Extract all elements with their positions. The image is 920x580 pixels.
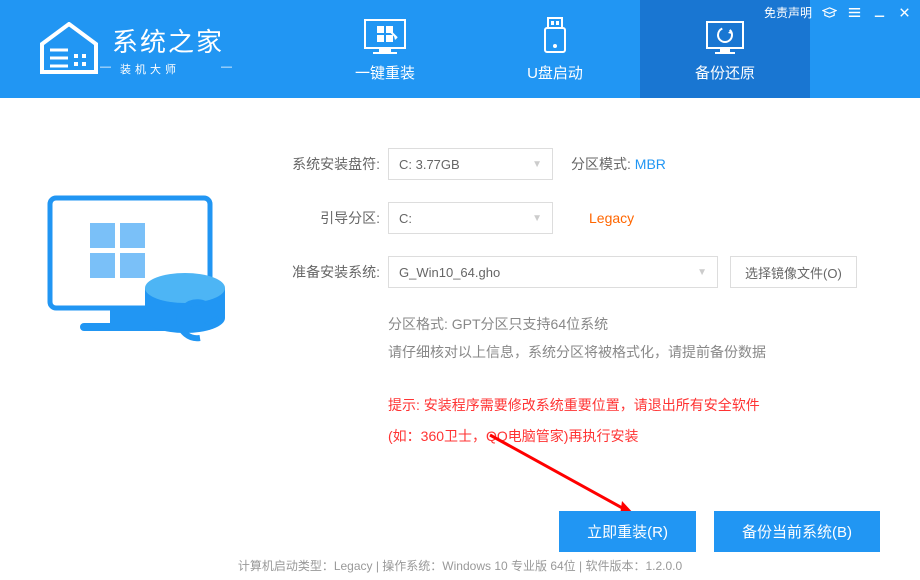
warning-line1: 提示: 安装程序需要修改系统重要位置，请退出所有安全软件 bbox=[388, 390, 880, 421]
house-logo-icon bbox=[38, 22, 100, 77]
backup-button[interactable]: 备份当前系统(B) bbox=[714, 511, 880, 552]
close-icon[interactable] bbox=[897, 5, 912, 20]
drive-value: C: 3.77GB bbox=[399, 157, 460, 172]
action-bar: 立即重装(R) 备份当前系统(B) bbox=[559, 511, 880, 552]
tab-usb-label: U盘启动 bbox=[527, 62, 583, 83]
reinstall-icon bbox=[363, 16, 407, 56]
logo-title: 系统之家 bbox=[112, 22, 224, 59]
boot-label: 引导分区: bbox=[280, 208, 380, 228]
warning-block: 提示: 安装程序需要修改系统重要位置，请退出所有安全软件 (如：360卫士，QQ… bbox=[388, 390, 880, 452]
graduation-icon[interactable] bbox=[822, 5, 837, 20]
tab-backup-label: 备份还原 bbox=[695, 62, 755, 83]
partition-mode-label: 分区模式: bbox=[571, 156, 631, 172]
minimize-icon[interactable] bbox=[872, 5, 887, 20]
drive-select[interactable]: C: 3.77GB ▼ bbox=[388, 148, 553, 180]
disclaimer-link[interactable]: 免责声明 bbox=[764, 4, 812, 21]
chevron-down-icon: ▼ bbox=[532, 213, 542, 224]
system-value: G_Win10_64.gho bbox=[399, 265, 500, 280]
drive-label: 系统安装盘符: bbox=[280, 154, 380, 174]
chevron-down-icon: ▼ bbox=[697, 267, 707, 278]
browse-button[interactable]: 选择镜像文件(O) bbox=[730, 256, 857, 288]
boot-select[interactable]: C: ▼ bbox=[388, 202, 553, 234]
info-line1: 分区格式: GPT分区只支持64位系统 bbox=[388, 310, 880, 338]
header: 系统之家 装机大师 一键重装 U盘启动 备份还原 免责声明 bbox=[0, 0, 920, 98]
form: 系统安装盘符: C: 3.77GB ▼ 分区模式: MBR 引导分区: C: ▼… bbox=[260, 148, 880, 452]
system-select[interactable]: G_Win10_64.gho ▼ bbox=[388, 256, 718, 288]
tab-reinstall-label: 一键重装 bbox=[355, 62, 415, 83]
chevron-down-icon: ▼ bbox=[532, 159, 542, 170]
window-controls: 免责声明 bbox=[764, 4, 912, 21]
warning-line2: (如：360卫士，QQ电脑管家)再执行安装 bbox=[388, 421, 880, 452]
boot-type: Legacy bbox=[589, 210, 634, 226]
system-label: 准备安装系统: bbox=[280, 262, 380, 282]
tab-usb[interactable]: U盘启动 bbox=[470, 0, 640, 98]
info-line2: 请仔细核对以上信息，系统分区将被格式化，请提前备份数据 bbox=[388, 338, 880, 366]
tab-reinstall[interactable]: 一键重装 bbox=[300, 0, 470, 98]
partition-mode-value: MBR bbox=[635, 156, 666, 172]
content-area: 系统安装盘符: C: 3.77GB ▼ 分区模式: MBR 引导分区: C: ▼… bbox=[0, 98, 920, 472]
backup-icon bbox=[703, 16, 747, 56]
menu-icon[interactable] bbox=[847, 5, 862, 20]
logo-subtitle: 装机大师 bbox=[112, 61, 224, 77]
boot-value: C: bbox=[399, 211, 412, 226]
usb-icon bbox=[533, 16, 577, 56]
logo: 系统之家 装机大师 bbox=[0, 22, 300, 77]
info-block: 分区格式: GPT分区只支持64位系统 请仔细核对以上信息，系统分区将被格式化，… bbox=[388, 310, 880, 366]
reinstall-button[interactable]: 立即重装(R) bbox=[559, 511, 696, 552]
illustration bbox=[40, 148, 260, 452]
status-bar: 计算机启动类型：Legacy | 操作系统：Windows 10 专业版 64位… bbox=[0, 557, 920, 574]
